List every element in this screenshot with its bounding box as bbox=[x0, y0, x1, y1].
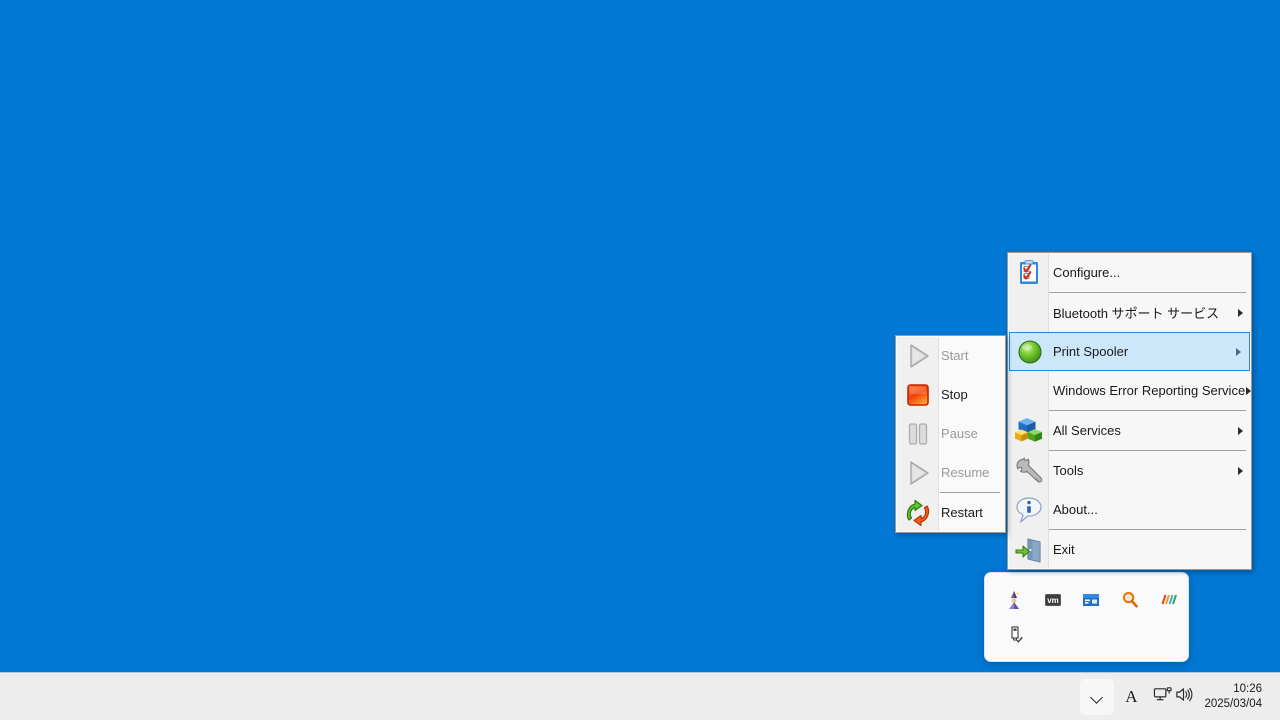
menu-item-exit[interactable]: Exit bbox=[1008, 530, 1251, 569]
info-balloon-icon bbox=[1008, 490, 1050, 529]
tray-flyout-row: vm bbox=[985, 583, 1188, 617]
submenu-item-resume[interactable]: Resume bbox=[896, 453, 1005, 492]
submenu-item-restart[interactable]: Restart bbox=[896, 493, 1005, 532]
menu-item-label: Print Spooler bbox=[1053, 344, 1129, 359]
no-icon bbox=[1008, 371, 1050, 410]
submenu-arrow-icon bbox=[1229, 467, 1251, 475]
colored-stripes-icon[interactable] bbox=[1149, 584, 1188, 616]
blocks-icon bbox=[1008, 411, 1050, 450]
restart-arrows-icon bbox=[896, 493, 939, 532]
submenu-item-label: Resume bbox=[941, 465, 990, 480]
menu-item-label: All Services bbox=[1053, 423, 1121, 438]
submenu-item-start[interactable]: Start bbox=[896, 336, 1005, 375]
checklist-icon bbox=[1008, 253, 1050, 292]
menu-item-windows-error-reporting-service[interactable]: Windows Error Reporting Service bbox=[1008, 371, 1251, 410]
submenu-item-label: Start bbox=[941, 348, 969, 363]
menu-item-print-spooler[interactable]: Print Spooler bbox=[1009, 332, 1250, 371]
wizard-icon[interactable] bbox=[995, 584, 1034, 616]
submenu-arrow-icon bbox=[1229, 309, 1251, 317]
menu-item-tools[interactable]: Tools bbox=[1008, 451, 1251, 490]
menu-item-about[interactable]: About... bbox=[1008, 490, 1251, 529]
submenu-arrow-icon bbox=[1229, 427, 1251, 435]
menu-item-label: About... bbox=[1053, 502, 1098, 517]
network-volume-group[interactable] bbox=[1148, 679, 1198, 715]
tray-flyout-row bbox=[985, 617, 1188, 651]
submenu-item-label: Stop bbox=[941, 387, 968, 402]
wrench-icon bbox=[1008, 451, 1050, 490]
play-triangle-icon bbox=[896, 453, 939, 492]
network-icon bbox=[1153, 685, 1173, 709]
taskbar-clock[interactable]: 10:26 2025/03/04 bbox=[1198, 677, 1272, 717]
menu-item-label: Configure... bbox=[1053, 265, 1121, 280]
ime-indicator-button[interactable]: A bbox=[1114, 679, 1148, 715]
clock-time: 10:26 bbox=[1233, 682, 1262, 695]
submenu-item-pause[interactable]: Pause bbox=[896, 414, 1005, 453]
no-icon bbox=[1008, 293, 1050, 332]
magnifier-icon[interactable] bbox=[1111, 584, 1150, 616]
vm-icon[interactable]: vm bbox=[1034, 584, 1073, 616]
system-tray: A 10:26 2025/03/04 bbox=[1080, 673, 1280, 720]
green-circle-running-icon bbox=[1010, 332, 1050, 371]
menu-item-label: Bluetooth サポート サービス bbox=[1053, 306, 1220, 321]
submenu-arrow-icon bbox=[1245, 387, 1251, 395]
submenu-item-stop[interactable]: Stop bbox=[896, 375, 1005, 414]
svg-text:vm: vm bbox=[1047, 596, 1059, 605]
chevron-down-icon bbox=[1091, 691, 1103, 703]
service-tray-context-menu: Configure... Bluetooth サポート サービス Print S… bbox=[1007, 252, 1252, 570]
show-hidden-icons-button[interactable] bbox=[1080, 678, 1115, 715]
exit-door-icon bbox=[1008, 530, 1050, 569]
pause-bars-icon bbox=[896, 414, 939, 453]
stop-square-icon bbox=[896, 375, 939, 414]
menu-item-all-services[interactable]: All Services bbox=[1008, 411, 1251, 450]
play-triangle-icon bbox=[896, 336, 939, 375]
taskbar: A 10:26 2025/03/04 bbox=[0, 672, 1280, 720]
menu-item-label: Windows Error Reporting Service bbox=[1053, 383, 1246, 398]
volume-icon bbox=[1174, 685, 1193, 709]
menu-item-configure[interactable]: Configure... bbox=[1008, 253, 1251, 292]
hidden-icons-flyout: vm bbox=[984, 572, 1189, 662]
menu-item-bluetooth-support-service[interactable]: Bluetooth サポート サービス bbox=[1008, 293, 1251, 332]
submenu-arrow-icon bbox=[1227, 348, 1249, 356]
clock-date: 2025/03/04 bbox=[1204, 697, 1262, 710]
safely-remove-usb-icon[interactable] bbox=[995, 618, 1035, 650]
ime-mode-label: A bbox=[1125, 686, 1138, 706]
menu-item-label: Exit bbox=[1053, 542, 1075, 557]
submenu-item-label: Pause bbox=[941, 426, 978, 441]
menu-item-label: Tools bbox=[1053, 463, 1084, 478]
display-settings-icon[interactable] bbox=[1072, 584, 1111, 616]
print-spooler-actions-submenu: Start Stop Pause Resume Restart bbox=[895, 335, 1006, 533]
submenu-item-label: Restart bbox=[941, 505, 983, 520]
